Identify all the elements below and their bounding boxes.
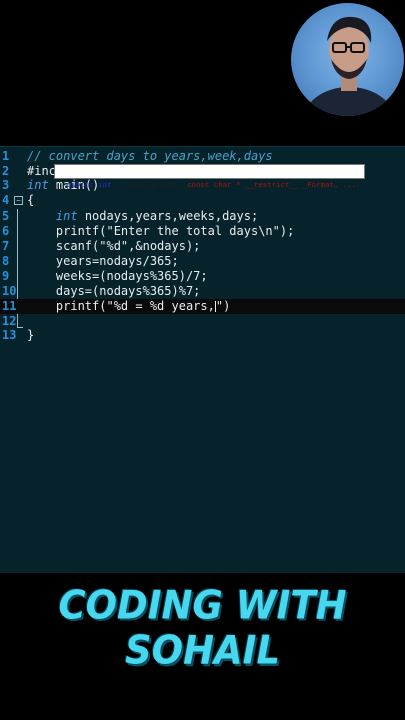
code-line[interactable]: 10 days=(nodays%365)%7; <box>0 284 405 299</box>
tooltip-end: ) <box>356 180 361 189</box>
code-line[interactable]: 12 <box>0 314 405 329</box>
code-line[interactable]: 13} <box>0 328 405 343</box>
presenter-avatar <box>291 3 404 116</box>
code-text: printf("%d = %d years,") <box>27 299 230 314</box>
line-number: 7 <box>2 239 10 253</box>
line-number: 9 <box>2 269 10 283</box>
line-number: 6 <box>2 224 10 238</box>
code-token: } <box>27 328 35 342</box>
signature-tooltip: public int __cdecl printf (const char * … <box>54 164 365 189</box>
code-token: years=nodays/365; <box>27 254 179 268</box>
tooltip-signature: __cdecl printf ( <box>111 180 188 189</box>
code-token: int <box>55 209 78 223</box>
line-number: 10 <box>2 284 17 298</box>
code-line[interactable]: 7 scanf("%d",&nodays); <box>0 239 405 254</box>
fold-toggle-icon[interactable]: − <box>14 196 23 205</box>
line-number: 2 <box>2 164 10 178</box>
code-token: // convert days to years,week,days <box>27 149 273 163</box>
code-line[interactable]: 11 printf("%d = %d years,") <box>0 299 405 314</box>
code-token: scanf("%d",&nodays); <box>27 239 201 253</box>
line-number: 13 <box>2 328 17 342</box>
code-token: printf("%d = %d years, <box>27 299 215 313</box>
line-number: 5 <box>2 209 10 223</box>
code-line[interactable]: 6 printf("Enter the total days\n"); <box>0 224 405 239</box>
code-text: printf("Enter the total days\n"); <box>27 224 294 239</box>
code-text: days=(nodays%365)%7; <box>27 284 201 299</box>
code-token: { <box>27 193 35 207</box>
fold-guide-end <box>17 327 23 328</box>
line-number: 12 <box>2 314 17 328</box>
code-text: weeks=(nodays%365)/7; <box>27 269 208 284</box>
code-line[interactable]: 9 weeks=(nodays%365)/7; <box>0 269 405 284</box>
line-number: 3 <box>2 178 10 192</box>
code-line[interactable]: 5 int nodays,years,weeks,days; <box>0 209 405 224</box>
code-line[interactable]: 1 // convert days to years,week,days <box>0 149 405 164</box>
code-token: days=(nodays%365)%7; <box>27 284 201 298</box>
code-text: } <box>27 328 34 343</box>
line-number: 11 <box>2 299 17 313</box>
code-token: nodays,years,weeks,days; <box>77 209 259 223</box>
code-text: // convert days to years,week,days <box>27 149 273 164</box>
code-token: ") <box>215 299 231 313</box>
channel-banner: CODING WITH SOHAIL <box>58 582 347 674</box>
code-line[interactable]: 8 years=nodays/365; <box>0 254 405 269</box>
code-editor[interactable]: 1// convert days to years,week,days2#inc… <box>0 146 405 573</box>
tooltip-params: const char * __restrict__ _Format, ... <box>187 180 357 189</box>
line-number: 8 <box>2 254 10 268</box>
code-token: printf("Enter the total days\n"); <box>27 224 295 238</box>
code-token: weeks=(nodays%365)/7; <box>27 269 208 283</box>
line-number: 1 <box>2 149 10 163</box>
tooltip-keyword: public int <box>66 180 112 189</box>
code-token: int <box>27 178 49 192</box>
person-icon <box>303 16 395 116</box>
code-text: { <box>27 193 34 208</box>
code-line[interactable]: 4−{ <box>0 193 405 208</box>
code-text: years=nodays/365; <box>27 254 179 269</box>
code-text: int nodays,years,weeks,days; <box>27 209 258 224</box>
code-text: scanf("%d",&nodays); <box>27 239 201 254</box>
